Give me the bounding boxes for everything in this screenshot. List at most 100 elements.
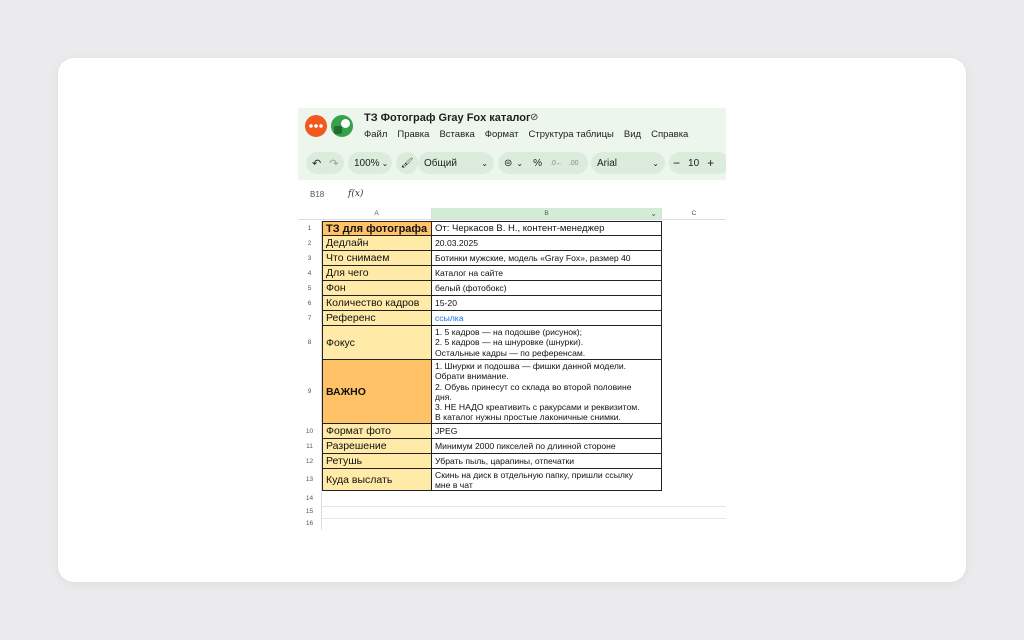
row-number[interactable]: 3 <box>298 251 322 266</box>
row-number[interactable]: 9 <box>298 360 322 424</box>
cell-value[interactable]: 15-20 <box>432 296 662 311</box>
menu-edit[interactable]: Правка <box>397 129 429 140</box>
zoom-select[interactable]: 100% ⌄ <box>348 152 392 174</box>
empty-row-line <box>322 506 726 507</box>
zoom-value: 100% <box>354 157 380 169</box>
chevron-down-icon[interactable]: ⌄ <box>516 159 523 168</box>
cell-label[interactable]: Для чего <box>322 266 432 281</box>
cell-value[interactable]: 1. Шнурки и подошва — фишки данной модел… <box>432 360 662 424</box>
cell-value[interactable]: Минимум 2000 пикселей по длинной стороне <box>432 439 662 454</box>
yandex-logo-icon[interactable] <box>305 115 327 137</box>
empty-row-line <box>322 518 726 519</box>
chevron-down-icon: ⌄ <box>381 158 389 168</box>
decrease-decimal-icon[interactable]: .0← <box>550 160 563 167</box>
cell-value-line: Остальные кадры — по референсам. <box>435 347 586 358</box>
column-header-a[interactable]: A <box>322 208 432 220</box>
cell-value[interactable]: Убрать пыль, царапины, отпечатки <box>432 454 662 469</box>
column-header-b-label: B <box>544 210 549 217</box>
cell-label[interactable]: Фокус <box>322 326 432 360</box>
row-number[interactable]: 8 <box>298 326 322 360</box>
row-number[interactable]: 1 <box>298 221 322 236</box>
undo-icon[interactable]: ↶ <box>312 157 321 170</box>
cell-value[interactable]: белый (фотобокс) <box>432 281 662 296</box>
cell-value-line: 2. 5 кадров — на шнуровке (шнурки). <box>435 337 584 348</box>
row-number[interactable]: 6 <box>298 296 322 311</box>
cell-value-line: дня. <box>435 391 452 402</box>
paint-format-icon[interactable]: 🖌 <box>396 152 418 174</box>
spreadsheet-app: ТЗ Фотограф Gray Fox каталог ⊘ Файл Прав… <box>298 108 726 530</box>
chevron-down-icon[interactable]: ⌄ <box>650 208 657 220</box>
cell-reference[interactable]: B18 <box>310 190 324 199</box>
row-number[interactable]: 15 <box>298 506 322 518</box>
cell-label[interactable]: ВАЖНО <box>322 360 432 424</box>
number-format-value: Общий <box>424 157 457 169</box>
row-number[interactable]: 5 <box>298 281 322 296</box>
font-select[interactable]: Arial ⌄ <box>591 152 665 174</box>
corner-header[interactable] <box>298 208 322 220</box>
row-number[interactable]: 2 <box>298 236 322 251</box>
toolbar: ↶ ↷ 100% ⌄ 🖌 Общий ⌄ ⊜ ⌄ % .0← .00 Arial… <box>298 150 726 180</box>
menu-help[interactable]: Справка <box>651 129 688 140</box>
cell-value[interactable]: 1. 5 кадров — на подошве (рисунок); 2. 5 … <box>432 326 662 360</box>
menu-view[interactable]: Вид <box>624 129 641 140</box>
cell-value[interactable]: Ботинки мужские, модель «Gray Fox», разм… <box>432 251 662 266</box>
menu-format[interactable]: Формат <box>485 129 519 140</box>
font-size-value[interactable]: 10 <box>688 158 699 169</box>
cell-value-line: 1. 5 кадров — на подошве (рисунок); <box>435 327 583 337</box>
column-header-b[interactable]: B ⌄ <box>432 208 662 220</box>
saved-status-icon: ⊘ <box>530 112 539 123</box>
row-number[interactable]: 16 <box>298 518 322 530</box>
font-value: Arial <box>597 157 618 169</box>
fx-icon: f(x) <box>348 189 364 199</box>
cell-value[interactable]: JPEG <box>432 424 662 439</box>
menu-file[interactable]: Файл <box>364 129 387 140</box>
row-number[interactable]: 13 <box>298 469 322 491</box>
row-number[interactable]: 12 <box>298 454 322 469</box>
row-number[interactable]: 10 <box>298 424 322 439</box>
cell-label[interactable]: Что снимаем <box>322 251 432 266</box>
number-format-select[interactable]: Общий ⌄ <box>418 152 494 174</box>
cell-label[interactable]: Фон <box>322 281 432 296</box>
undo-redo-group: ↶ ↷ <box>306 152 344 174</box>
cell-label[interactable]: Разрешение <box>322 439 432 454</box>
cell-value-line: Обрати внимание. <box>435 371 509 382</box>
redo-icon[interactable]: ↷ <box>329 157 338 170</box>
percent-button[interactable]: % <box>533 158 542 169</box>
title-bar: ТЗ Фотограф Gray Fox каталог ⊘ Файл Прав… <box>298 108 726 150</box>
font-size-stepper: − 10 + <box>669 152 726 174</box>
cell-value-line: Скинь на диск в отдельную папку, пришли … <box>435 470 634 480</box>
plus-button[interactable]: + <box>707 156 714 170</box>
cell-label[interactable]: ТЗ для фотографа <box>322 221 432 236</box>
cell-value[interactable]: Каталог на сайте <box>432 266 662 281</box>
chevron-down-icon: ⌄ <box>652 158 659 168</box>
format-group: ⊜ ⌄ % .0← .00 <box>498 152 588 174</box>
formula-bar: B18 f(x) <box>298 184 726 204</box>
cell-value-line: 3. НЕ НАДО креативить с ракурсами и рекв… <box>435 402 640 413</box>
row-number[interactable]: 14 <box>298 491 322 506</box>
cell-label[interactable]: Количество кадров <box>322 296 432 311</box>
menu-insert[interactable]: Вставка <box>439 129 474 140</box>
menu-bar: Файл Правка Вставка Формат Структура таб… <box>364 129 698 140</box>
reference-link[interactable]: ссылка <box>432 311 662 326</box>
cell-value[interactable]: 20.03.2025 <box>432 236 662 251</box>
cell-value[interactable]: От: Черкасов В. Н., контент-менеджер <box>432 221 662 236</box>
increase-decimal-icon[interactable]: .00 <box>569 160 579 167</box>
cell-label[interactable]: Ретушь <box>322 454 432 469</box>
minus-button[interactable]: − <box>673 156 680 170</box>
row-number[interactable]: 4 <box>298 266 322 281</box>
menu-table-structure[interactable]: Структура таблицы <box>529 129 614 140</box>
row-number[interactable]: 11 <box>298 439 322 454</box>
cell-label[interactable]: Куда выслать <box>322 469 432 491</box>
cell-value[interactable]: Скинь на диск в отдельную папку, пришли … <box>432 469 662 491</box>
cell-label[interactable]: Дедлайн <box>322 236 432 251</box>
currency-icon[interactable]: ⊜ <box>504 158 512 169</box>
row-number[interactable]: 7 <box>298 311 322 326</box>
cell-value-line: В каталог нужны простые лаконичные снимк… <box>435 412 621 423</box>
cell-label[interactable]: Референс <box>322 311 432 326</box>
cell-label[interactable]: Формат фото <box>322 424 432 439</box>
cell-value-line: 1. Шнурки и подошва — фишки данной модел… <box>435 361 627 371</box>
cell-value-line: мне в чат <box>435 480 473 491</box>
column-header-c[interactable]: C <box>662 208 726 220</box>
tables-app-logo-icon[interactable] <box>331 115 353 137</box>
document-title[interactable]: ТЗ Фотограф Gray Fox каталог <box>364 112 531 124</box>
